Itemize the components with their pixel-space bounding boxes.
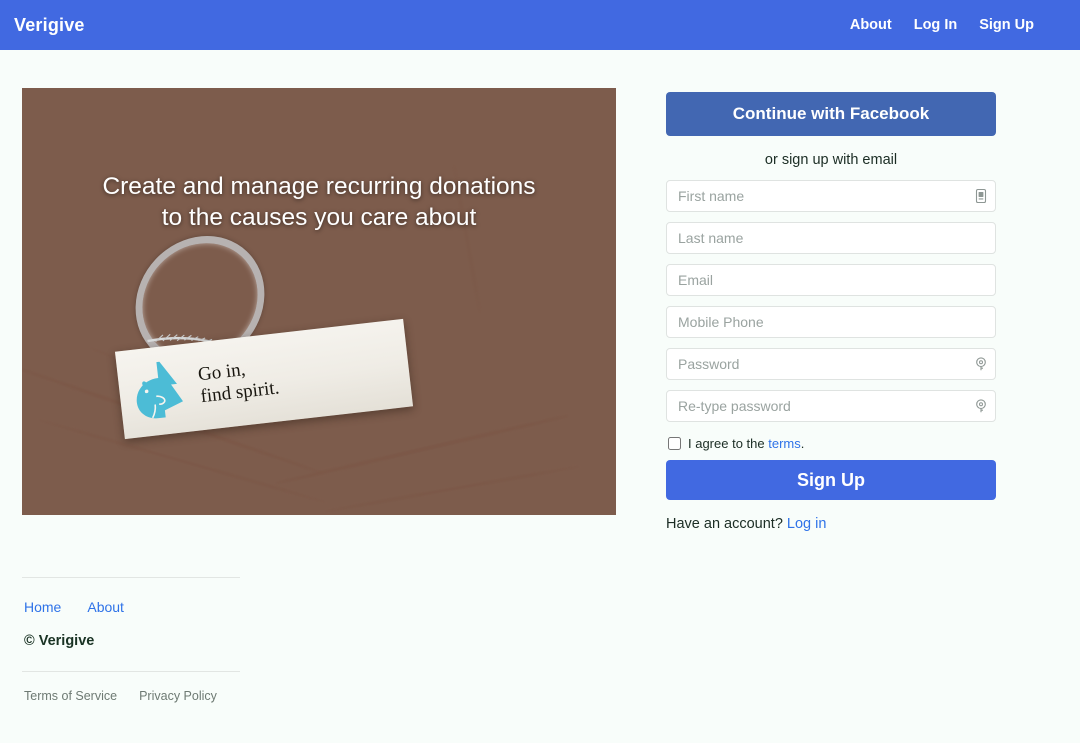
first-name-input[interactable] [666, 180, 996, 212]
terms-row: I agree to the terms. [666, 432, 996, 460]
footer: Home About © Verigive Terms of Service P… [22, 577, 240, 703]
footer-links: Home About [22, 578, 240, 615]
signup-panel: Continue with Facebook or sign up with e… [660, 50, 1080, 532]
field-email [666, 264, 996, 296]
nav-link-about[interactable]: About [850, 17, 892, 33]
nav-link-sign-up[interactable]: Sign Up [979, 17, 1034, 33]
sign-up-button[interactable]: Sign Up [666, 460, 996, 500]
last-name-input[interactable] [666, 222, 996, 254]
legal-links: Terms of Service Privacy Policy [22, 672, 240, 703]
field-last-name [666, 222, 996, 254]
field-first-name [666, 180, 996, 212]
legal-link-terms-of-service[interactable]: Terms of Service [24, 689, 117, 703]
navbar: Verigive About Log In Sign Up [0, 0, 1080, 50]
legal-link-privacy-policy[interactable]: Privacy Policy [139, 689, 217, 703]
nav-link-log-in[interactable]: Log In [914, 17, 958, 33]
brand-logo[interactable]: Verigive [14, 15, 85, 36]
mobile-phone-input[interactable] [666, 306, 996, 338]
password-input[interactable] [666, 348, 996, 380]
have-account-row: Have an account? Log in [666, 500, 996, 532]
log-in-link[interactable]: Log in [787, 516, 827, 532]
email-divider-label: or sign up with email [764, 152, 898, 168]
field-confirm-password [666, 390, 996, 422]
confirm-password-input[interactable] [666, 390, 996, 422]
terms-checkbox[interactable] [668, 437, 681, 450]
left-column: Go in, find spirit. Create and manage re… [0, 50, 660, 703]
bear-tree-logo-icon [136, 361, 184, 419]
have-account-text: Have an account? [666, 516, 787, 532]
terms-link[interactable]: terms [768, 436, 801, 451]
continue-with-facebook-button[interactable]: Continue with Facebook [666, 92, 996, 136]
field-password [666, 348, 996, 380]
email-input[interactable] [666, 264, 996, 296]
slip-text: Go in, find spirit. [197, 355, 281, 408]
terms-suffix: . [800, 436, 805, 451]
hero-photo [22, 88, 616, 515]
hero-image: Go in, find spirit. Create and manage re… [22, 88, 616, 515]
field-mobile-phone [666, 306, 996, 338]
footer-link-home[interactable]: Home [24, 599, 61, 615]
terms-label: I agree to the terms. [688, 436, 804, 451]
hero-caption-line-2: to the causes you care about [161, 203, 477, 231]
footer-link-about[interactable]: About [87, 599, 124, 615]
hero-caption-line-1: Create and manage recurring donations [102, 173, 536, 200]
nav-links: About Log In Sign Up [850, 17, 1064, 33]
terms-prefix: I agree to the [688, 436, 769, 451]
page-body: Go in, find spirit. Create and manage re… [0, 50, 1080, 703]
hero-caption: Create and manage recurring donations to… [22, 172, 616, 234]
copyright-text: © Verigive [24, 633, 95, 649]
